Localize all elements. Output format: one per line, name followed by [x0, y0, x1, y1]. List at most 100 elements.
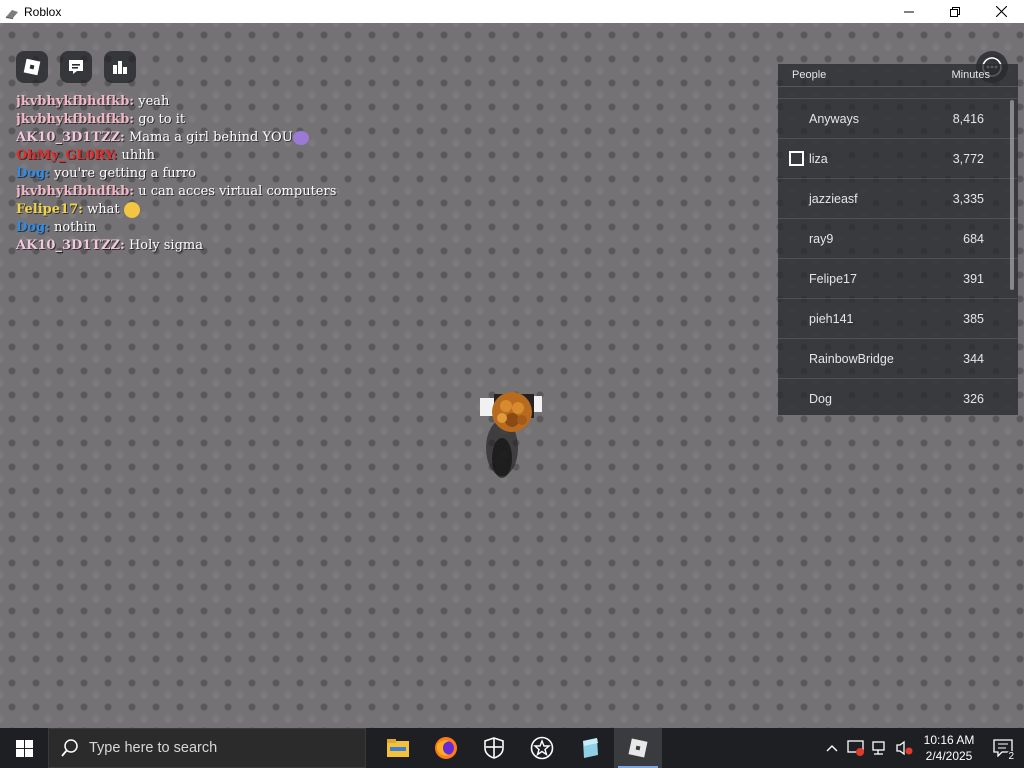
player-name: liza	[809, 151, 828, 166]
player-row[interactable]: pieh141 385	[778, 299, 1018, 339]
chat-toggle-button[interactable]	[60, 51, 92, 83]
player-minutes: 8,416	[952, 111, 984, 126]
restore-icon	[950, 6, 960, 17]
chat-message: Felipe17: what	[16, 201, 376, 219]
roblox-taskbar-icon	[628, 738, 648, 758]
player-name: ray9	[809, 231, 834, 246]
roblox-taskbar-button[interactable]	[614, 728, 662, 768]
chat-username[interactable]: jkvbhykfbhdfkb:	[16, 94, 134, 109]
chat-icon	[69, 60, 83, 74]
chat-username[interactable]: Dog:	[16, 166, 50, 181]
network-icon	[872, 741, 885, 755]
player-row[interactable]: liza 3,772	[778, 139, 1018, 179]
update-alert-icon	[847, 740, 864, 756]
notes-app-icon	[583, 738, 598, 758]
player-name: RainbowBridge	[809, 351, 894, 366]
premium-badge-icon	[789, 151, 804, 166]
player-row[interactable]: ray9 684	[778, 219, 1018, 259]
leaderboard-icon	[113, 61, 127, 74]
chat-username[interactable]: jkvbhykfbhdfkb:	[16, 112, 134, 127]
file-explorer-icon	[387, 739, 409, 757]
chat-message: AK10_3D1TZZ: Holy sigma	[16, 237, 376, 255]
player-list-scrollbar[interactable]	[1010, 100, 1014, 290]
chat-message: jkvbhykfbhdfkb: yeah	[16, 93, 376, 111]
chat-username[interactable]: Felipe17:	[16, 202, 83, 217]
minimize-icon	[904, 11, 914, 12]
player-list: People Minutes Anyways 8,416 liza 3,772 ja…	[778, 64, 1018, 415]
chat-message	[16, 81, 376, 93]
player-minutes: 684	[963, 231, 984, 246]
chat-username[interactable]: AK10_3D1TZZ:	[16, 130, 125, 145]
chat-text: u can acces virtual computers	[138, 184, 337, 199]
player-row[interactable]: Felipe17 391	[778, 259, 1018, 299]
player-name: Dog	[809, 391, 832, 406]
firefox-icon	[435, 737, 457, 759]
chat-username[interactable]: Dog:	[16, 220, 50, 235]
taskbar-clock[interactable]: 10:16 AM 2/4/2025	[916, 732, 982, 764]
minutes-column-header: Minutes	[951, 69, 990, 81]
update-tray-button[interactable]	[844, 728, 868, 768]
security-shield-icon	[484, 737, 504, 759]
chat-username[interactable]: AK10_3D1TZZ:	[16, 238, 125, 253]
player-minutes: 3,772	[952, 151, 984, 166]
security-app-button[interactable]	[470, 728, 518, 768]
window-controls	[886, 0, 1024, 23]
chevron-up-icon	[826, 745, 838, 752]
player-name: jazzieasf	[809, 191, 858, 206]
player-minutes: 326	[963, 391, 984, 406]
notifications-button[interactable]: 2	[982, 728, 1024, 768]
chat-text: go to it	[138, 112, 186, 127]
leaderboard-button[interactable]	[104, 51, 136, 83]
chat-message: Dog: you're getting a furro	[16, 165, 376, 183]
windows-logo-icon	[15, 739, 33, 757]
chat-text: you're getting a furro	[53, 166, 196, 181]
roblox-app-icon	[5, 6, 19, 19]
window-titlebar: Roblox	[0, 0, 1024, 23]
star-app-icon	[530, 736, 554, 760]
player-row[interactable]: RainbowBridge 344	[778, 339, 1018, 379]
chat-text: what	[87, 202, 120, 217]
start-button[interactable]	[0, 728, 48, 768]
chat-message: jkvbhykfbhdfkb: go to it	[16, 111, 376, 129]
close-icon	[995, 6, 1007, 17]
player-minutes: 344	[963, 351, 984, 366]
system-tray: 10:16 AM 2/4/2025 2	[820, 728, 1024, 768]
firefox-button[interactable]	[422, 728, 470, 768]
player-row[interactable]: Anyways 8,416	[778, 99, 1018, 139]
network-tray-button[interactable]	[868, 728, 892, 768]
chat-window: jkvbhykfbhdfkb: yeah jkvbhykfbhdfkb: go …	[16, 81, 376, 261]
chat-username[interactable]: OhMy_GL0RY:	[16, 148, 117, 163]
minimize-button[interactable]	[886, 0, 932, 23]
clock-time: 10:16 AM	[923, 733, 975, 747]
player-minutes: 3,335	[952, 191, 984, 206]
anxious-face-emoji-icon	[123, 201, 140, 218]
player-minutes: 391	[963, 271, 984, 286]
search-icon	[61, 739, 78, 757]
file-explorer-button[interactable]	[374, 728, 422, 768]
player-row[interactable]: Dog 326	[778, 379, 1018, 418]
player-list-spacer	[778, 87, 1018, 99]
window-title: Roblox	[24, 4, 62, 19]
chat-message: AK10_3D1TZZ: Mama a girl behind YOU	[16, 129, 376, 147]
volume-tray-button[interactable]	[892, 728, 916, 768]
player-row[interactable]: jazzieasf 3,335	[778, 179, 1018, 219]
player-name: Anyways	[809, 111, 860, 126]
chat-username[interactable]: jkvbhykfbhdfkb:	[16, 184, 134, 199]
restore-button[interactable]	[932, 0, 978, 23]
close-button[interactable]	[978, 0, 1024, 23]
chat-message: OhMy_GL0RY: uhhh	[16, 147, 376, 165]
roblox-menu-button[interactable]	[16, 51, 48, 83]
taskbar: Type here to search 10:16 AM 2/4/2025 2	[0, 728, 1024, 768]
chat-message: Dog: nothin	[16, 219, 376, 237]
search-placeholder: Type here to search	[89, 740, 218, 756]
volume-muted-icon	[896, 740, 913, 756]
player-name: Felipe17	[809, 271, 857, 286]
show-hidden-icons-button[interactable]	[820, 728, 844, 768]
game-viewport[interactable]: jkvbhykfbhdfkb: yeah jkvbhykfbhdfkb: go …	[0, 23, 1024, 728]
chat-text: yeah	[138, 94, 170, 109]
taskbar-search-box[interactable]: Type here to search	[48, 728, 366, 768]
player-list-header: People Minutes	[778, 64, 1018, 87]
star-app-button[interactable]	[518, 728, 566, 768]
notification-count-badge: 2	[1006, 751, 1016, 762]
notes-app-button[interactable]	[566, 728, 614, 768]
